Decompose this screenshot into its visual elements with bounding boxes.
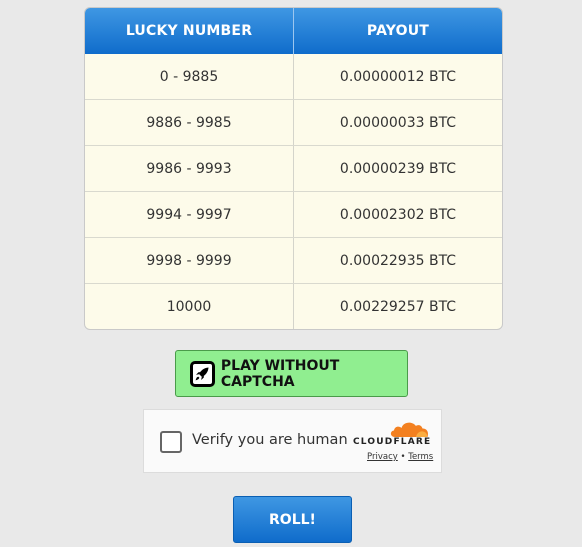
terms-link[interactable]: Terms <box>408 452 433 462</box>
lucky-number-cell: 10000 <box>166 298 212 315</box>
payout-cell: 0.00229257 BTC <box>293 284 502 329</box>
lucky-number-cell: 9998 - 9999 <box>146 252 232 269</box>
play-without-captcha-button[interactable]: PLAY WITHOUT CAPTCHA <box>175 350 408 397</box>
privacy-link[interactable]: Privacy <box>367 452 398 462</box>
lucky-number-cell: 9886 - 9985 <box>146 114 232 131</box>
payout-cell: 0.00000012 BTC <box>293 54 502 99</box>
roll-button[interactable]: ROLL! <box>233 496 352 543</box>
payout-cell: 0.00000239 BTC <box>293 146 502 191</box>
payout-cell: 0.00022935 BTC <box>293 238 502 283</box>
header-lucky-number: LUCKY NUMBER <box>125 23 253 39</box>
table-row: 9886 - 9985 0.00000033 BTC <box>85 99 502 145</box>
rocket-icon <box>190 360 215 387</box>
header-payout: PAYOUT <box>293 8 502 54</box>
page: LUCKY NUMBER PAYOUT 0 - 9885 0.00000012 … <box>0 0 582 547</box>
table-row: 9998 - 9999 0.00022935 BTC <box>85 237 502 283</box>
play-button-label: PLAY WITHOUT CAPTCHA <box>220 357 340 390</box>
table-header: LUCKY NUMBER PAYOUT <box>85 8 502 54</box>
captcha-widget: Verify you are human CLOUDFLARE Privacy … <box>143 409 442 473</box>
lucky-number-cell: 9994 - 9997 <box>146 206 232 223</box>
verify-label: Verify you are human <box>192 432 348 448</box>
payout-cell: 0.00000033 BTC <box>293 100 502 145</box>
table-row: 10000 0.00229257 BTC <box>85 283 502 329</box>
payout-cell: 0.00002302 BTC <box>293 192 502 237</box>
link-separator: • <box>400 452 406 462</box>
cloudflare-links: Privacy • Terms <box>367 452 433 462</box>
cloudflare-wordmark: CLOUDFLARE <box>353 437 432 447</box>
table-row: 0 - 9885 0.00000012 BTC <box>85 54 502 99</box>
lucky-number-cell: 9986 - 9993 <box>146 160 232 177</box>
table-body: 0 - 9885 0.00000012 BTC 9886 - 9985 0.00… <box>85 54 502 329</box>
lucky-number-cell: 0 - 9885 <box>159 68 219 85</box>
verify-checkbox[interactable] <box>160 431 182 453</box>
table-row: 9994 - 9997 0.00002302 BTC <box>85 191 502 237</box>
payout-table: LUCKY NUMBER PAYOUT 0 - 9885 0.00000012 … <box>84 7 503 330</box>
table-row: 9986 - 9993 0.00000239 BTC <box>85 145 502 191</box>
